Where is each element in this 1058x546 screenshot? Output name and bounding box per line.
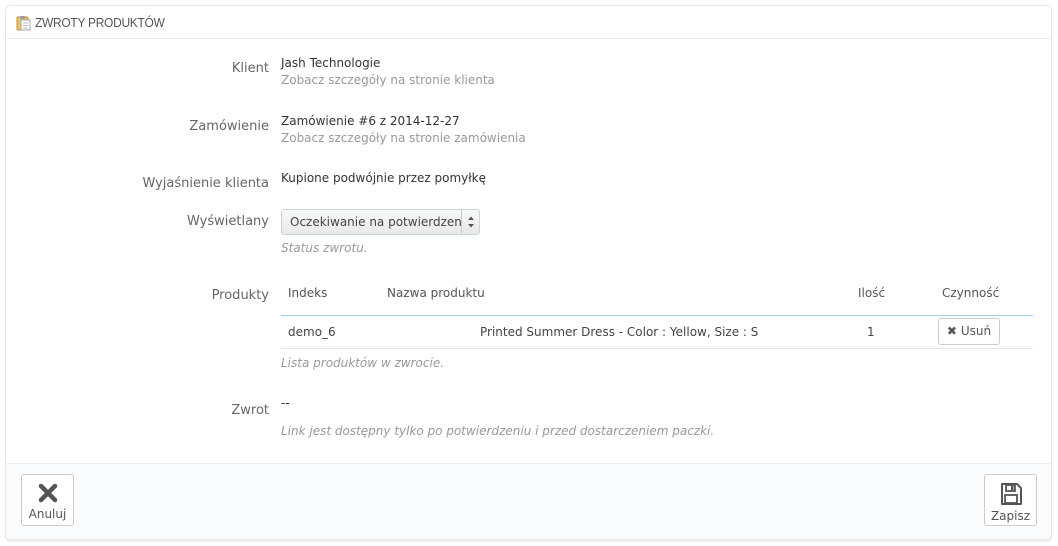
client-name: Jash Technologie bbox=[281, 56, 381, 70]
products-label: Produkty bbox=[211, 288, 269, 303]
row-qty: 1 bbox=[867, 325, 875, 339]
delete-button-label: Usuń bbox=[960, 324, 992, 338]
order-details-link[interactable]: Zobacz szczegóły na stronie zamówienia bbox=[281, 131, 526, 145]
status-select-value: Oczekiwanie na potwierdzenie bbox=[290, 215, 462, 229]
table-header-divider bbox=[281, 315, 1033, 316]
delete-product-button[interactable]: ✖ Usuń bbox=[938, 318, 1000, 345]
order-value: Zamówienie #6 z 2014-12-27 bbox=[281, 114, 460, 128]
status-label: Wyświetlany bbox=[187, 214, 269, 229]
status-select[interactable]: Oczekiwanie na potwierdzenie bbox=[281, 209, 480, 235]
save-button[interactable]: Zapisz bbox=[984, 474, 1037, 526]
return-value: -- bbox=[281, 396, 290, 410]
col-header-action: Czynność bbox=[942, 286, 1000, 300]
cancel-button-label: Anuluj bbox=[28, 507, 67, 521]
client-label: Klient bbox=[231, 61, 269, 76]
remove-icon: ✖ bbox=[946, 324, 957, 338]
row-product-name: Printed Summer Dress - Color : Yellow, S… bbox=[480, 325, 759, 339]
return-label: Zwrot bbox=[231, 403, 269, 418]
row-index: demo_6 bbox=[288, 325, 336, 339]
panel-footer: Anuluj Zapisz bbox=[6, 463, 1051, 539]
explanation-value: Kupione podwójnie przez pomyłkę bbox=[281, 171, 487, 185]
col-header-index: Indeks bbox=[288, 286, 328, 300]
panel-heading: ZWROTY PRODUKTÓW bbox=[6, 6, 1051, 39]
client-details-link[interactable]: Zobacz szczegóły na stronie klienta bbox=[281, 73, 495, 87]
status-help: Status zwrotu. bbox=[281, 241, 368, 255]
save-button-label: Zapisz bbox=[990, 509, 1031, 523]
col-header-qty: Ilość bbox=[858, 286, 886, 300]
order-label: Zamówienie bbox=[189, 119, 269, 134]
table-row-divider bbox=[281, 348, 1033, 349]
select-arrows-icon bbox=[461, 210, 479, 234]
close-icon bbox=[38, 483, 57, 503]
products-help: Lista produktów w zwrocie. bbox=[281, 356, 445, 370]
explanation-label: Wyjaśnienie klienta bbox=[142, 176, 269, 191]
panel-title: ZWROTY PRODUKTÓW bbox=[35, 15, 165, 30]
return-help: Link jest dostępny tylko po potwierdzeni… bbox=[281, 424, 715, 438]
col-header-name: Nazwa produktu bbox=[387, 286, 485, 300]
save-icon bbox=[1000, 483, 1022, 505]
cancel-button[interactable]: Anuluj bbox=[21, 474, 74, 526]
order-return-panel: ZWROTY PRODUKTÓW Klient Jash Technologie… bbox=[5, 5, 1052, 540]
clipboard-icon bbox=[16, 16, 31, 31]
